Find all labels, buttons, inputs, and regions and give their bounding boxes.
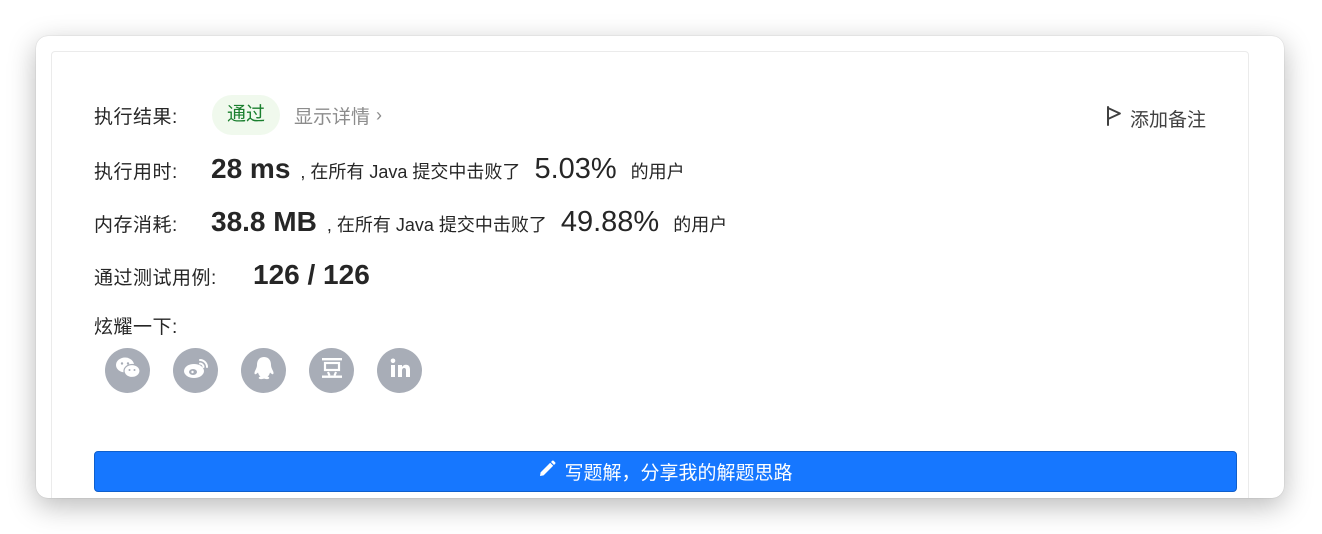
memory-value: 38.8 MB	[211, 206, 317, 237]
douban-icon	[320, 356, 344, 385]
share-weibo-button[interactable]	[173, 348, 218, 393]
testcases-label: 通过测试用例:	[94, 268, 217, 289]
testcases-value: 126 / 126	[253, 259, 370, 290]
runtime-text-after: 的用户	[630, 162, 685, 182]
show-details-label: 显示详情	[294, 107, 371, 128]
memory-text-before: , 在所有 Java 提交中击败了	[326, 215, 547, 235]
share-qq-button[interactable]	[241, 348, 286, 393]
write-solution-label: 写题解，分享我的解题思路	[564, 463, 793, 484]
runtime-row: 执行用时: 28 ms , 在所有 Java 提交中击败了 5.03% 的用户	[94, 153, 685, 186]
runtime-value: 28 ms	[211, 153, 291, 184]
memory-percent: 49.88%	[560, 206, 660, 238]
result-row: 执行结果:	[94, 102, 178, 129]
status-badge: 通过	[212, 95, 280, 135]
wechat-icon	[114, 356, 142, 385]
share-row: 炫耀一下:	[94, 312, 178, 339]
submission-result-window: 执行结果: 通过 显示详情 › 添加备注 执行用时: 28 ms , 在所有 J…	[36, 36, 1284, 498]
share-linkedin-button[interactable]	[377, 348, 422, 393]
qq-icon	[252, 355, 276, 386]
share-douban-button[interactable]	[309, 348, 354, 393]
share-buttons	[105, 348, 422, 393]
add-note-button[interactable]: 添加备注	[1106, 105, 1206, 132]
memory-text-after: 的用户	[673, 215, 728, 235]
pencil-icon	[538, 460, 556, 484]
add-note-label: 添加备注	[1130, 110, 1207, 131]
runtime-percent: 5.03%	[534, 153, 617, 185]
result-label: 执行结果:	[94, 107, 178, 128]
testcases-row: 通过测试用例: 126 / 126	[94, 259, 370, 291]
result-card: 执行结果: 通过 显示详情 › 添加备注 执行用时: 28 ms , 在所有 J…	[51, 51, 1249, 498]
flag-icon	[1106, 105, 1122, 132]
runtime-text-before: , 在所有 Java 提交中击败了	[300, 162, 521, 182]
runtime-label: 执行用时:	[94, 162, 178, 183]
memory-row: 内存消耗: 38.8 MB , 在所有 Java 提交中击败了 49.88% 的…	[94, 206, 727, 239]
show-details-link[interactable]: 显示详情 ›	[294, 102, 382, 129]
share-wechat-button[interactable]	[105, 348, 150, 393]
weibo-icon	[182, 356, 210, 385]
share-label: 炫耀一下:	[94, 317, 178, 338]
memory-label: 内存消耗:	[94, 215, 178, 236]
chevron-right-icon: ›	[376, 105, 383, 125]
linkedin-icon	[389, 357, 411, 384]
write-solution-button[interactable]: 写题解，分享我的解题思路	[94, 451, 1237, 492]
